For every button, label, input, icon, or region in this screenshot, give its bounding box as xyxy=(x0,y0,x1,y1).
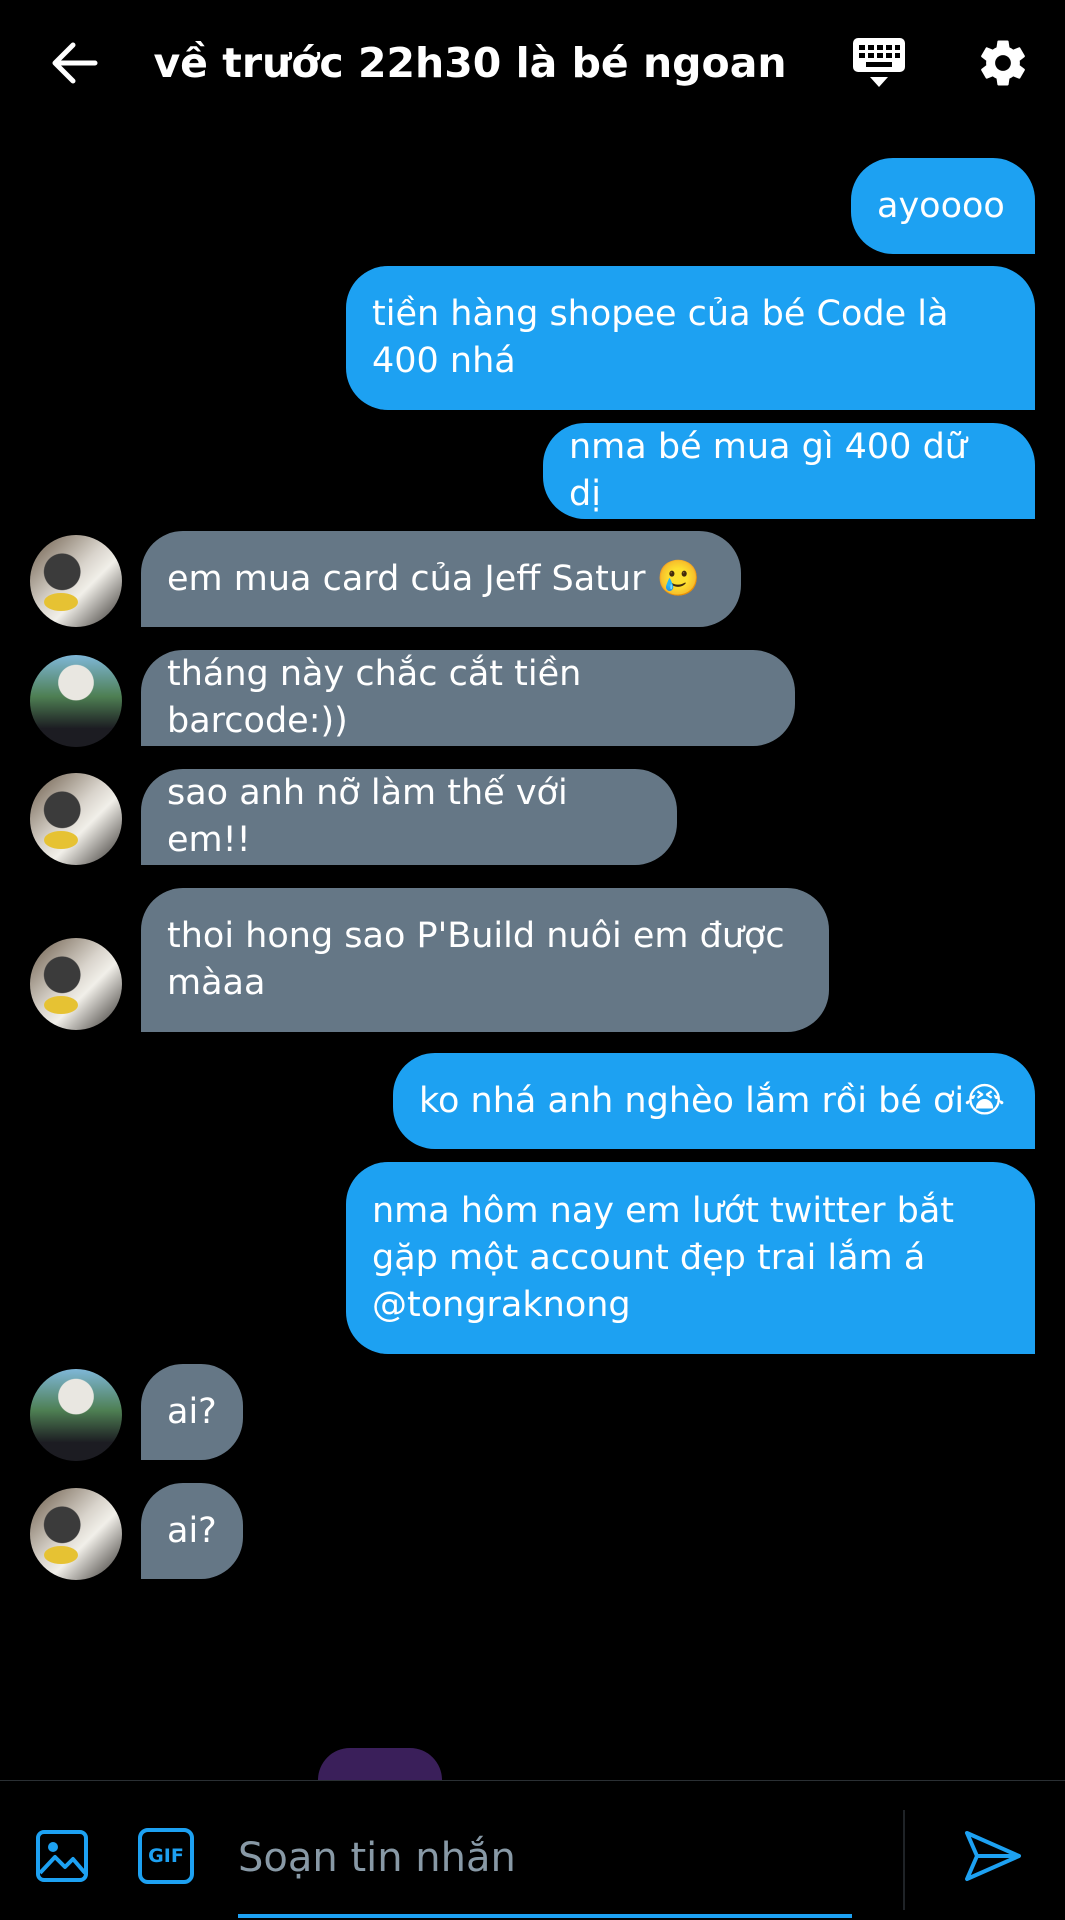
gear-icon xyxy=(981,40,1025,86)
message-text: sao anh nỡ làm thế với em!! xyxy=(167,773,568,860)
send-icon xyxy=(965,1831,1021,1881)
avatar[interactable] xyxy=(30,1488,122,1580)
typing-avatar xyxy=(318,1748,442,1780)
message-text: nma bé mua gì 400 dữ dị xyxy=(569,427,967,514)
avatar[interactable] xyxy=(30,535,122,627)
keyboard-icon xyxy=(853,38,905,87)
image-icon xyxy=(36,1830,88,1882)
input-underline xyxy=(238,1914,852,1918)
message-bubble-received[interactable]: thoi hong sao P'Build nuôi em được màaa xyxy=(141,888,829,1032)
conversation-title: về trước 22h30 là bé ngoan xyxy=(153,39,787,87)
gif-label: GIF xyxy=(148,1845,184,1867)
settings-button[interactable] xyxy=(970,30,1036,96)
message-text: ai? xyxy=(167,1510,217,1551)
message-text: ayoooo xyxy=(877,185,1005,226)
avatar[interactable] xyxy=(30,938,122,1030)
message-bubble-sent[interactable]: nma bé mua gì 400 dữ dị xyxy=(543,423,1035,519)
message-text: em mua card của Jeff Satur 🥲 xyxy=(167,558,701,599)
avatar[interactable] xyxy=(30,1369,122,1461)
add-gif-button[interactable]: GIF xyxy=(138,1828,194,1884)
arrow-left-icon xyxy=(52,42,98,84)
message-text: thoi hong sao P'Build nuôi em được màaa xyxy=(167,916,785,1003)
message-text: tiền hàng shopee của bé Code là 400 nhá xyxy=(372,294,949,381)
keyboard-button[interactable] xyxy=(848,32,910,94)
composer-separator xyxy=(903,1810,905,1910)
message-bubble-received[interactable]: tháng này chắc cắt tiền barcode:)) xyxy=(141,650,795,746)
avatar[interactable] xyxy=(30,773,122,865)
message-bubble-received[interactable]: em mua card của Jeff Satur 🥲 xyxy=(141,531,741,627)
message-text: nma hôm nay em lướt twitter bắt gặp một … xyxy=(372,1190,955,1325)
add-image-button[interactable] xyxy=(34,1828,90,1884)
message-bubble-received[interactable]: ai? xyxy=(141,1483,243,1579)
message-bubble-sent[interactable]: nma hôm nay em lướt twitter bắt gặp một … xyxy=(346,1162,1035,1354)
send-button[interactable] xyxy=(960,1826,1026,1886)
message-text: ai? xyxy=(167,1391,217,1432)
message-input[interactable] xyxy=(238,1826,850,1890)
message-bubble-sent[interactable]: ayoooo xyxy=(851,158,1035,254)
back-button[interactable] xyxy=(40,30,110,96)
message-bubble-sent[interactable]: ko nhá anh nghèo lắm rồi bé ơi😭 xyxy=(393,1053,1035,1149)
message-bubble-received[interactable]: ai? xyxy=(141,1364,243,1460)
message-text: ko nhá anh nghèo lắm rồi bé ơi😭 xyxy=(419,1080,1006,1121)
conversation-header: về trước 22h30 là bé ngoan xyxy=(0,0,1065,125)
message-bubble-received[interactable]: sao anh nỡ làm thế với em!! xyxy=(141,769,677,865)
message-bubble-sent[interactable]: tiền hàng shopee của bé Code là 400 nhá xyxy=(346,266,1035,410)
message-text: tháng này chắc cắt tiền barcode:)) xyxy=(167,654,582,741)
avatar[interactable] xyxy=(30,655,122,747)
